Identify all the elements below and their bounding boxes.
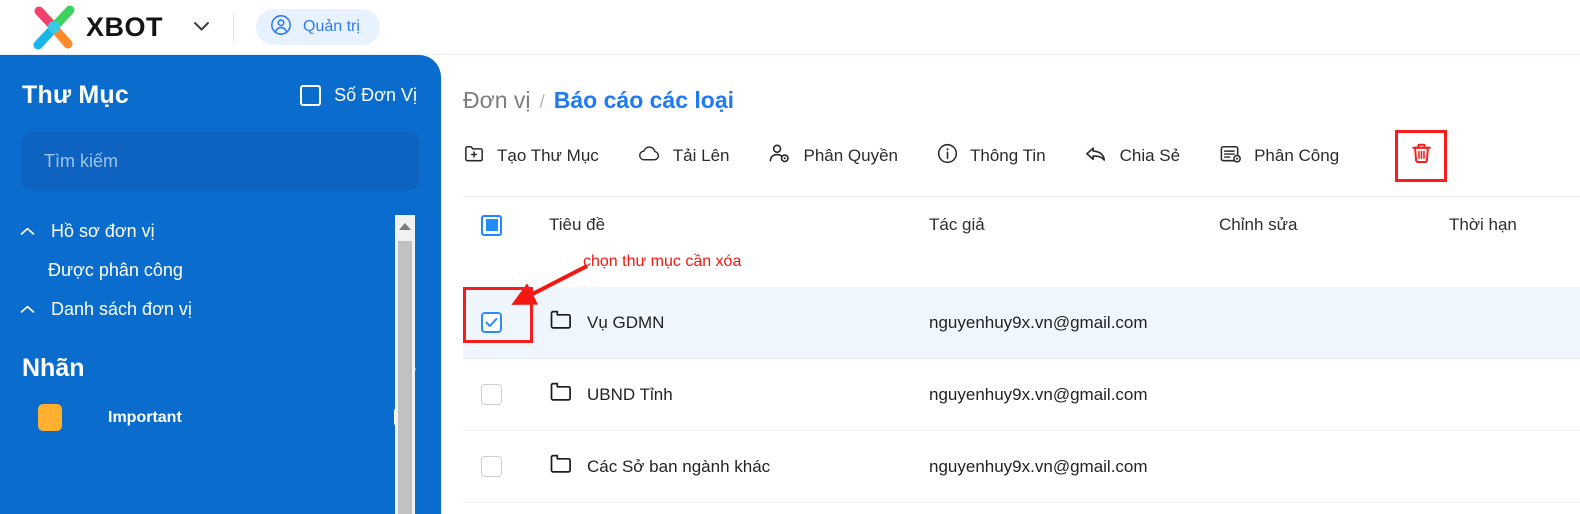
xbot-x-logo-icon — [26, 3, 82, 51]
admin-user-label: Quản trị — [303, 18, 360, 35]
app-root: XBOT Quản trị Thư Mục Số Đơn Vị Tìm kiếm… — [0, 0, 1580, 514]
chevron-up-icon — [20, 224, 35, 238]
share-button[interactable]: Chia Sẻ — [1084, 136, 1198, 176]
sidebar-item-duoc-phan-cong[interactable]: Được phân công — [0, 251, 441, 290]
toolbar-label: Thông Tin — [970, 146, 1046, 165]
toolbar-divider — [233, 12, 235, 42]
sidebar-tags-header: Nhãn + — [0, 329, 441, 384]
column-header-author[interactable]: Tác giả — [929, 215, 1219, 235]
row-author-cell: nguyenhuy9x.vn@gmail.com — [929, 312, 1148, 332]
sidebar-item-label: Hồ sơ đơn vị — [51, 221, 155, 241]
column-header-due[interactable]: Thời hạn — [1449, 215, 1580, 235]
sidebar-tags-title: Nhãn — [22, 354, 85, 382]
folder-table: Tiêu đề Tác giả Chỉnh sửa Thời hạn chọn … — [463, 197, 1580, 503]
toolbar-label: Tải Lên — [672, 146, 730, 165]
row-author-cell: nguyenhuy9x.vn@gmail.com — [929, 456, 1148, 476]
checkbox-icon[interactable] — [300, 85, 322, 106]
sidebar-header: Thư Mục Số Đơn Vị — [0, 55, 441, 110]
sidebar-item-ho-so-don-vi[interactable]: Hồ sơ đơn vị — [0, 212, 441, 251]
breadcrumb-current[interactable]: Báo cáo các loại — [554, 87, 734, 114]
row-title-label: Các Sở ban ngành khác — [587, 456, 771, 476]
user-permission-icon — [767, 142, 792, 170]
table-row[interactable]: Vụ GDMN nguyenhuy9x.vn@gmail.com — [463, 286, 1580, 359]
folder-plus-icon — [463, 142, 486, 170]
sidebar-tag-label: Important — [108, 408, 182, 426]
share-reply-icon — [1084, 142, 1109, 170]
breadcrumb-separator: / — [539, 92, 545, 113]
column-header-title[interactable]: Tiêu đề — [549, 215, 929, 235]
breadcrumb: Đơn vị / Báo cáo các loại — [441, 55, 1580, 114]
row-title-cell: Vụ GDMN — [549, 309, 929, 336]
assign-button[interactable]: Phân Công — [1218, 136, 1357, 176]
create-folder-button[interactable]: Tạo Thư Mục — [463, 136, 617, 176]
assignment-icon — [1218, 142, 1243, 170]
delete-button[interactable] — [1395, 130, 1448, 182]
top-bar: XBOT Quản trị — [0, 0, 1580, 55]
upload-button[interactable]: Tải Lên — [637, 136, 748, 176]
sidebar-scrollbar[interactable] — [395, 215, 415, 514]
admin-user-pill[interactable]: Quản trị — [256, 9, 380, 45]
table-header-row: Tiêu đề Tác giả Chỉnh sửa Thời hạn — [463, 197, 1580, 253]
folder-icon — [549, 381, 573, 408]
row-title-label: Vụ GDMN — [587, 312, 665, 332]
row-title-cell: Các Sở ban ngành khác — [549, 453, 929, 480]
info-button[interactable]: Thông Tin — [936, 136, 1064, 176]
row-select-cell[interactable] — [463, 286, 549, 359]
sidebar-item-label: Danh sách đơn vị — [51, 299, 192, 319]
checkbox-checked-icon[interactable] — [481, 312, 502, 333]
sidebar-title: Thư Mục — [22, 81, 129, 109]
select-all-checkbox[interactable] — [463, 214, 549, 236]
scrollbar-track[interactable] — [395, 237, 415, 514]
scrollbar-thumb[interactable] — [398, 241, 412, 514]
permissions-button[interactable]: Phân Quyền — [767, 136, 916, 176]
toolbar-label: Phân Công — [1254, 146, 1340, 165]
table-row[interactable]: UBND Tỉnh nguyenhuy9x.vn@gmail.com — [463, 359, 1580, 431]
row-title-cell: UBND Tỉnh — [549, 381, 929, 408]
tag-color-swatch — [38, 404, 62, 431]
checkbox-icon[interactable] — [481, 456, 502, 477]
toolbar-label: Chia Sẻ — [1119, 146, 1181, 165]
row-title-label: UBND Tỉnh — [587, 384, 673, 404]
cloud-upload-icon — [637, 142, 662, 170]
toolbar-label: Phân Quyền — [803, 146, 898, 165]
sidebar-nav: Hồ sơ đơn vị Được phân công Danh sách đơ… — [0, 212, 441, 329]
main-content: Đơn vị / Báo cáo các loại Tạo Thư Mục Tả… — [441, 55, 1580, 514]
column-header-modified[interactable]: Chỉnh sửa — [1219, 215, 1449, 235]
row-author-cell: nguyenhuy9x.vn@gmail.com — [929, 384, 1148, 404]
sidebar-tag-item-important[interactable]: Important — [0, 384, 441, 433]
folder-icon — [549, 453, 573, 480]
toolbar-label: Tạo Thư Mục — [497, 146, 599, 165]
row-select-cell[interactable] — [463, 359, 549, 431]
sidebar-search-placeholder: Tìm kiếm — [44, 150, 118, 171]
row-select-cell[interactable] — [463, 431, 549, 503]
user-circle-icon — [270, 14, 292, 41]
logo-text: XBOT — [86, 11, 164, 42]
sidebar-unit-count-label: Số Đơn Vị — [334, 85, 417, 105]
checkbox-icon[interactable] — [481, 384, 502, 405]
action-toolbar: Tạo Thư Mục Tải Lên Phân Quyền Thông Tin… — [441, 114, 1580, 182]
table-row[interactable]: Các Sở ban ngành khác nguyenhuy9x.vn@gma… — [463, 431, 1580, 503]
chevron-down-icon[interactable] — [193, 20, 210, 35]
sidebar-unit-count-toggle[interactable]: Số Đơn Vị — [300, 85, 417, 106]
info-circle-icon — [936, 142, 959, 170]
sidebar-item-danh-sach-don-vi[interactable]: Danh sách đơn vị — [0, 290, 441, 329]
checkbox-indeterminate-icon[interactable] — [481, 214, 502, 236]
sidebar-item-label: Được phân công — [48, 260, 183, 280]
trash-icon — [1408, 140, 1435, 172]
scroll-up-arrow-icon[interactable] — [395, 215, 415, 237]
annotation-text: chọn thư mục cần xóa — [583, 253, 742, 270]
chevron-up-icon — [20, 302, 35, 316]
sidebar-search-input[interactable]: Tìm kiếm — [22, 132, 419, 190]
sidebar: Thư Mục Số Đơn Vị Tìm kiếm Hồ sơ đơn vị … — [0, 55, 441, 514]
breadcrumb-parent[interactable]: Đơn vị — [463, 87, 530, 114]
annotation-group: chọn thư mục cần xóa — [463, 253, 1580, 305]
